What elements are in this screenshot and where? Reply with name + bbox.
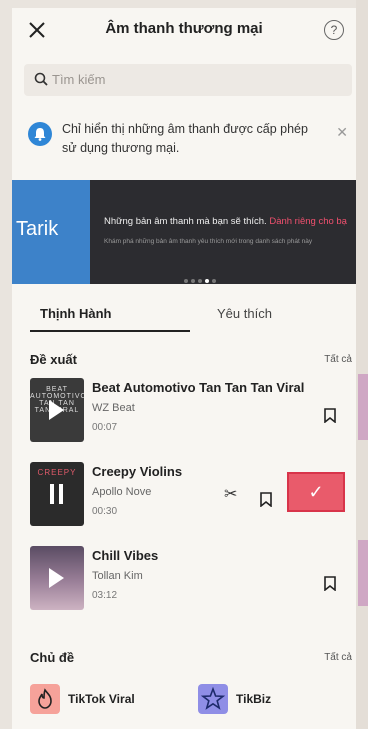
track-cover[interactable]: CREEPY bbox=[30, 462, 84, 526]
banner-left-slide: Tarik bbox=[12, 180, 90, 284]
suggested-section-header: Đề xuất Tất cả bbox=[12, 352, 356, 372]
commercial-notice: Chỉ hiển thị những âm thanh được cấp phé… bbox=[28, 120, 348, 168]
pagination-dot bbox=[198, 279, 202, 283]
bookmark-icon[interactable] bbox=[324, 576, 336, 591]
topic-label: TikTok Viral bbox=[68, 692, 135, 706]
promo-banner[interactable]: Tarik Những bản âm thanh mà bạn sẽ thích… bbox=[12, 180, 356, 284]
commercial-sounds-panel: Âm thanh thương mại ? Tìm kiếm Chỉ hiển … bbox=[12, 8, 356, 729]
bell-icon bbox=[28, 122, 52, 146]
dismiss-notice-icon[interactable]: ✕ bbox=[336, 124, 348, 141]
track-title: Chill Vibes bbox=[92, 548, 159, 563]
track-artist: Apollo Nove bbox=[92, 486, 152, 498]
topics-section-header: Chủ đề Tất cả bbox=[12, 650, 356, 670]
tab-bar: Thịnh Hành Yêu thích bbox=[12, 300, 356, 336]
suggested-see-all-link[interactable]: Tất cả bbox=[324, 354, 352, 365]
track-cover[interactable]: BEAT AUTOMOTIVO TAN TAN TAN VIRAL bbox=[30, 378, 84, 442]
flame-icon bbox=[30, 684, 60, 714]
topics-heading: Chủ đề bbox=[30, 650, 75, 665]
search-icon bbox=[34, 72, 48, 86]
track-title: Creepy Violins bbox=[92, 464, 183, 479]
track-duration: 03:12 bbox=[92, 590, 118, 601]
banner-headline: Những bản âm thanh mà bạn sẽ thích. Dành… bbox=[104, 216, 347, 227]
bookmark-icon[interactable] bbox=[324, 408, 336, 423]
banner-pagination bbox=[184, 270, 219, 288]
topic-tiktok-viral[interactable]: TikTok Viral bbox=[30, 684, 160, 716]
background-cover-strip bbox=[358, 374, 368, 440]
topics-see-all-link[interactable]: Tất cả bbox=[324, 652, 352, 663]
track-artist: Tollan Kim bbox=[92, 570, 143, 582]
track-duration: 00:07 bbox=[92, 422, 118, 433]
checkmark-icon: ✓ bbox=[308, 482, 324, 502]
banner-left-text: Tarik bbox=[16, 218, 59, 240]
scissors-icon[interactable]: ✂ bbox=[224, 484, 237, 504]
active-tab-indicator bbox=[30, 330, 190, 332]
background-page-edge bbox=[356, 0, 368, 729]
notice-text: Chỉ hiển thị những âm thanh được cấp phé… bbox=[62, 122, 308, 155]
track-cover[interactable] bbox=[30, 546, 84, 610]
background-cover-strip bbox=[358, 540, 368, 606]
search-placeholder: Tìm kiếm bbox=[52, 72, 106, 87]
track-row[interactable]: BEAT AUTOMOTIVO TAN TAN TAN VIRAL Beat A… bbox=[12, 378, 356, 456]
tab-favorites[interactable]: Yêu thích bbox=[217, 306, 272, 321]
search-input[interactable]: Tìm kiếm bbox=[24, 64, 352, 96]
use-sound-button[interactable]: ✓ bbox=[287, 472, 345, 512]
cover-text: CREEPY bbox=[37, 468, 77, 477]
pause-icon[interactable] bbox=[50, 484, 64, 504]
pagination-dot bbox=[212, 279, 216, 283]
track-row-selected[interactable]: CREEPY Creepy Violins Apollo Nove 00:30 … bbox=[12, 462, 356, 540]
track-artist: WZ Beat bbox=[92, 402, 135, 414]
header: Âm thanh thương mại ? bbox=[12, 8, 356, 52]
suggested-heading: Đề xuất bbox=[30, 352, 77, 367]
topic-tikbiz[interactable]: TikBiz bbox=[198, 684, 318, 716]
track-row[interactable]: Chill Vibes Tollan Kim 03:12 bbox=[12, 546, 356, 624]
bookmark-icon[interactable] bbox=[260, 492, 272, 507]
pagination-dot-active bbox=[205, 279, 209, 283]
topic-label: TikBiz bbox=[236, 692, 272, 706]
help-icon[interactable]: ? bbox=[324, 20, 344, 40]
tab-trending[interactable]: Thịnh Hành bbox=[40, 306, 112, 321]
play-icon[interactable] bbox=[49, 400, 64, 420]
pagination-dot bbox=[184, 279, 188, 283]
banner-subtext: Khám phá những bản âm thanh yêu thích mớ… bbox=[104, 238, 313, 245]
page-title: Âm thanh thương mại bbox=[105, 20, 263, 37]
star-icon bbox=[198, 684, 228, 714]
track-duration: 00:30 bbox=[92, 506, 118, 517]
banner-main-slide: Những bản âm thanh mà bạn sẽ thích. Dành… bbox=[90, 180, 356, 284]
play-icon[interactable] bbox=[49, 568, 64, 588]
pagination-dot bbox=[191, 279, 195, 283]
track-title: Beat Automotivo Tan Tan Tan Viral bbox=[92, 380, 305, 395]
